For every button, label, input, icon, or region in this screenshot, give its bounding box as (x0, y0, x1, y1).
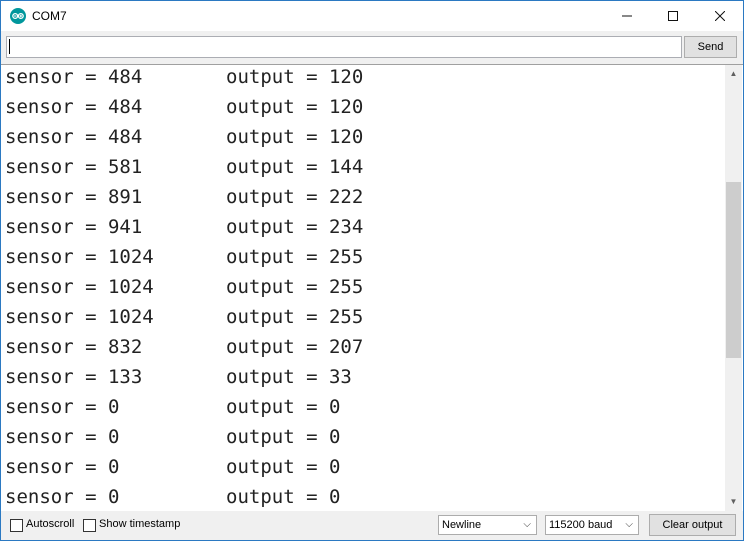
sensor-value: sensor = 891 (5, 186, 143, 208)
serial-input[interactable] (6, 36, 682, 58)
baud-rate-select[interactable]: 115200 baud ⌵ (545, 515, 639, 535)
show-timestamp-checkbox[interactable] (83, 519, 96, 532)
output-line: sensor = 484 output = 120 (5, 65, 363, 95)
vertical-scrollbar[interactable]: ▲ ▼ (725, 65, 742, 511)
sensor-value: sensor = 484 (5, 96, 143, 118)
send-button[interactable]: Send (684, 36, 737, 58)
baud-rate-value: 115200 baud (549, 519, 613, 531)
output-value: output = 255 (226, 276, 364, 298)
output-line: sensor = 484 output = 120 (5, 125, 363, 155)
output-value: output = 0 (226, 486, 341, 508)
sensor-value: sensor = 1024 (5, 246, 154, 268)
autoscroll-checkbox[interactable] (10, 519, 23, 532)
output-value: output = 0 (226, 396, 341, 418)
output-line: sensor = 0 output = 0 (5, 485, 363, 511)
output-line: sensor = 1024 output = 255 (5, 245, 363, 275)
output-line: sensor = 832 output = 207 (5, 335, 363, 365)
output-value: output = 207 (226, 336, 364, 358)
output-value: output = 120 (226, 66, 364, 88)
output-value: output = 234 (226, 216, 364, 238)
input-row: Send (1, 31, 743, 65)
output-value: output = 0 (226, 456, 341, 478)
sensor-value: sensor = 0 (5, 396, 120, 418)
output-value: output = 255 (226, 306, 364, 328)
sensor-value: sensor = 1024 (5, 276, 154, 298)
scroll-up-icon[interactable]: ▲ (725, 65, 742, 82)
minimize-icon (622, 15, 632, 17)
sensor-value: sensor = 0 (5, 486, 120, 508)
output-line: sensor = 0 output = 0 (5, 425, 363, 455)
status-bar: Autoscroll Show timestamp Newline ⌵ 1152… (1, 511, 743, 540)
output-value: output = 120 (226, 96, 364, 118)
close-icon (715, 11, 725, 21)
sensor-value: sensor = 0 (5, 456, 120, 478)
sensor-value: sensor = 1024 (5, 306, 154, 328)
minimize-button[interactable] (604, 1, 650, 31)
output-line: sensor = 0 output = 0 (5, 395, 363, 425)
output-line: sensor = 0 output = 0 (5, 455, 363, 485)
output-value: output = 144 (226, 156, 364, 178)
output-line: sensor = 1024 output = 255 (5, 305, 363, 335)
serial-output[interactable]: sensor = 484 output = 120 sensor = 484 outp… (1, 64, 743, 512)
serial-monitor-window: COM7 Send sensor = 484 output = 120 sensor… (0, 0, 744, 541)
sensor-value: sensor = 0 (5, 426, 120, 448)
title-bar: COM7 (1, 1, 743, 31)
scroll-down-icon[interactable]: ▼ (725, 493, 742, 510)
close-button[interactable] (697, 1, 743, 31)
sensor-value: sensor = 581 (5, 156, 143, 178)
output-value: output = 33 (226, 366, 352, 388)
chevron-down-icon: ⌵ (523, 519, 531, 530)
scrollbar-thumb[interactable] (726, 182, 741, 358)
output-lines: sensor = 484 output = 120 sensor = 484 outp… (5, 65, 363, 511)
window-title: COM7 (32, 9, 67, 23)
sensor-value: sensor = 941 (5, 216, 143, 238)
autoscroll-label: Autoscroll (26, 518, 75, 530)
output-value: output = 255 (226, 246, 364, 268)
output-line: sensor = 581 output = 144 (5, 155, 363, 185)
show-timestamp-label: Show timestamp (99, 518, 181, 530)
output-line: sensor = 1024 output = 255 (5, 275, 363, 305)
maximize-icon (668, 11, 678, 21)
sensor-value: sensor = 484 (5, 126, 143, 148)
output-line: sensor = 941 output = 234 (5, 215, 363, 245)
arduino-icon (10, 8, 26, 24)
output-line: sensor = 484 output = 120 (5, 95, 363, 125)
output-line: sensor = 891 output = 222 (5, 185, 363, 215)
sensor-value: sensor = 832 (5, 336, 143, 358)
output-value: output = 120 (226, 126, 364, 148)
text-caret (9, 39, 10, 54)
line-ending-select[interactable]: Newline ⌵ (438, 515, 537, 535)
clear-output-button[interactable]: Clear output (649, 514, 736, 536)
output-value: output = 222 (226, 186, 364, 208)
output-value: output = 0 (226, 426, 341, 448)
maximize-button[interactable] (650, 1, 696, 31)
line-ending-value: Newline (442, 519, 482, 531)
sensor-value: sensor = 133 (5, 366, 143, 388)
output-line: sensor = 133 output = 33 (5, 365, 363, 395)
sensor-value: sensor = 484 (5, 66, 143, 88)
chevron-down-icon: ⌵ (625, 519, 633, 530)
